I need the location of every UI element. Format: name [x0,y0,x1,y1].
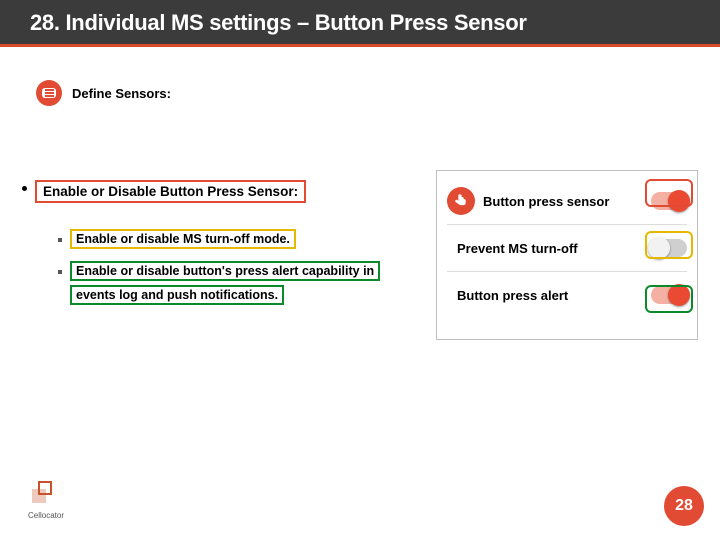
main-bullet: Enable or Disable Button Press Sensor: [22,180,306,203]
define-sensors-label: Define Sensors: [72,86,171,101]
row-label: Prevent MS turn-off [457,241,651,256]
row-label: Button press alert [457,288,651,303]
settings-panel: Button press sensor Prevent MS turn-off … [436,170,698,340]
sensor-list-icon [36,80,62,106]
slide: 28. Individual MS settings – Button Pres… [0,0,720,540]
slide-title: 28. Individual MS settings – Button Pres… [30,10,690,36]
sub-bullet-list: Enable or disable MS turn-off mode. Enab… [58,228,458,315]
sub-bullet-2-line1: Enable or disable button's press alert c… [70,261,380,281]
main-bullet-text: Enable or Disable Button Press Sensor: [35,180,306,203]
define-sensors-row: Define Sensors: [36,80,698,106]
bullet-dot [58,270,62,274]
toggle-prevent-turn-off[interactable] [651,239,687,257]
accent-rule [0,44,720,47]
brand-logo: Cellocator [28,481,64,520]
toggle-button-press-sensor[interactable] [651,192,687,210]
logo-mark-icon [32,481,60,509]
page-number-badge: 28 [664,486,704,526]
row-button-press-alert: Button press alert [447,275,687,315]
divider [447,271,687,272]
row-button-press-sensor: Button press sensor [447,181,687,221]
list-item: Enable or disable MS turn-off mode. [58,228,458,252]
sub-bullet-1: Enable or disable MS turn-off mode. [70,229,296,249]
divider [447,224,687,225]
sub-bullet-2-line2: events log and push notifications. [70,285,284,305]
button-press-icon [447,187,475,215]
row-prevent-turn-off: Prevent MS turn-off [447,228,687,268]
list-item: Enable or disable button's press alert c… [58,260,458,308]
bullet-dot [22,186,27,191]
page-number: 28 [675,497,693,515]
row-label: Button press sensor [483,194,651,209]
toggle-button-press-alert[interactable] [651,286,687,304]
bullet-dot [58,238,62,242]
title-bar: 28. Individual MS settings – Button Pres… [0,0,720,44]
brand-name: Cellocator [28,511,64,520]
